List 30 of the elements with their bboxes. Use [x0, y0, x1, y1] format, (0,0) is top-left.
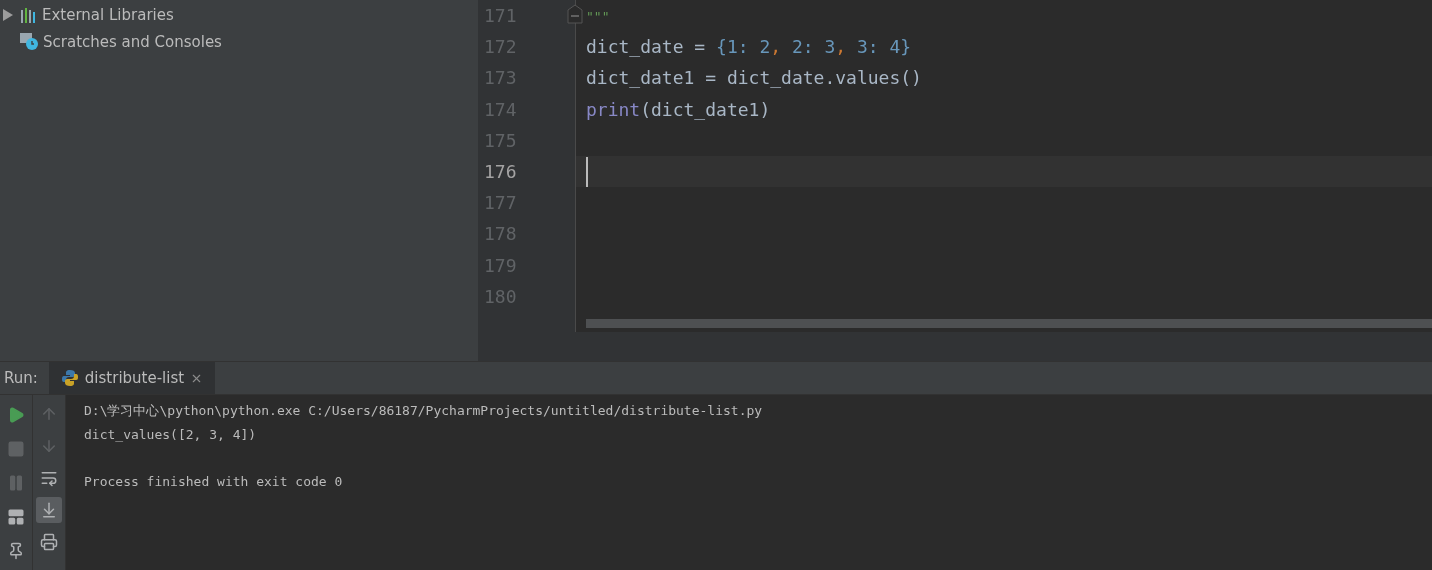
console-line: Process finished with exit code 0: [84, 472, 344, 491]
python-icon: [60, 369, 79, 387]
code-line: """: [586, 8, 610, 26]
scroll-to-end-button[interactable]: [36, 497, 62, 523]
pause-icon[interactable]: [7, 474, 25, 492]
run-tab[interactable]: distribute-list: [48, 362, 216, 394]
console-line: D:\学习中心\python\python.exe C:/Users/86187/PycharmProjects/untitled/distribute-list.py: [84, 402, 764, 420]
code-line: dict_date = {1: 2, 2: 3, 3: 4}: [586, 35, 912, 60]
line-number: 176: [484, 160, 517, 182]
library-bars-icon: [20, 6, 38, 23]
tree-item[interactable]: Scratches and Consoles: [43, 32, 222, 51]
horizontal-scrollbar[interactable]: [586, 319, 1432, 328]
stop-icon[interactable]: [7, 440, 25, 458]
code-line: dict_date1 = dict_date.values(): [586, 66, 922, 91]
tree-item[interactable]: External Libraries: [42, 5, 174, 24]
fold-marker-icon[interactable]: [567, 4, 583, 24]
collapsed-arrow-icon[interactable]: [3, 8, 13, 21]
code-editor[interactable]: """ dict_date = {1: 2, 2: 3, 3: 4} dict_date1 = dict_date.values() print(dict_date1): [576, 0, 1432, 332]
run-label: Run:: [3, 369, 39, 387]
down-arrow-icon: [40, 437, 58, 455]
scroll-to-end-icon: [40, 501, 58, 519]
console-clock-icon: [20, 32, 39, 51]
print-icon: [40, 533, 58, 551]
code-line: print(dict_date1): [586, 97, 771, 122]
text-caret: [586, 156, 588, 187]
console-line: dict_values([2, 3, 4]): [84, 425, 258, 444]
pin-icon[interactable]: [7, 542, 25, 560]
soft-wrap-icon: [40, 469, 58, 487]
run-icon[interactable]: [7, 406, 25, 424]
layout-icon[interactable]: [7, 508, 25, 526]
